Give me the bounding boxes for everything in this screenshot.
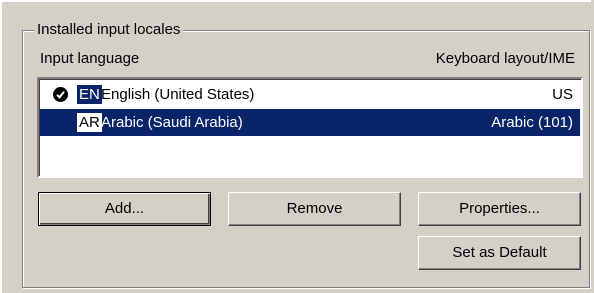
- language-name: English (United States): [101, 86, 255, 103]
- language-code-badge: EN: [77, 85, 102, 104]
- keyboard-layout-name: US: [552, 86, 573, 103]
- language-code-badge: AR: [77, 113, 102, 132]
- locales-listbox[interactable]: EN English (United States) US AR Arabic …: [37, 77, 583, 178]
- language-name: Arabic (Saudi Arabia): [101, 114, 243, 131]
- keyboard-layout-column-header: Keyboard layout/IME: [435, 50, 575, 67]
- keyboard-layout-name: Arabic (101): [491, 114, 573, 131]
- groupbox-title: Installed input locales: [34, 20, 184, 40]
- input-language-column-header: Input language: [40, 50, 140, 67]
- add-button[interactable]: Add...: [38, 192, 211, 226]
- list-item-arabic[interactable]: AR Arabic (Saudi Arabia) Arabic (101): [40, 109, 580, 136]
- list-item-english[interactable]: EN English (United States) US: [40, 81, 580, 108]
- set-as-default-button[interactable]: Set as Default: [418, 236, 581, 270]
- remove-button[interactable]: Remove: [228, 192, 401, 226]
- check-circle-icon: [53, 87, 68, 102]
- properties-button[interactable]: Properties...: [418, 192, 581, 226]
